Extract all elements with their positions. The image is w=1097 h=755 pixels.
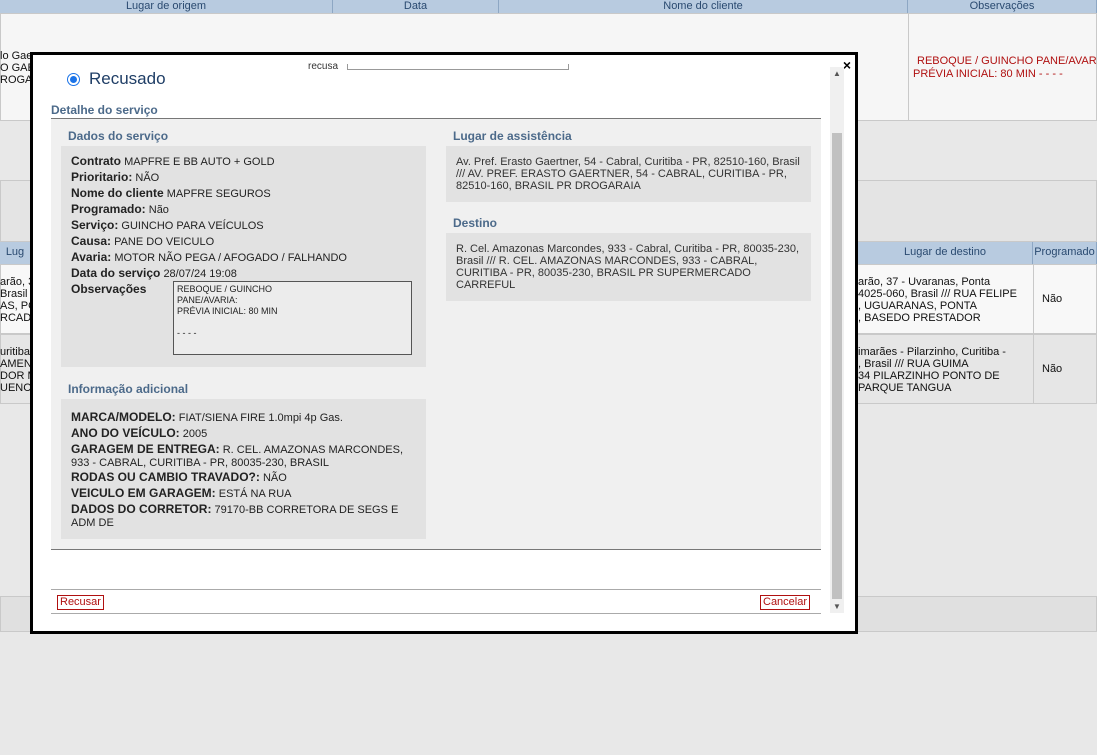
destino-line: , Brasil /// RUA GUIMA <box>858 358 969 370</box>
programado-value: Não <box>1042 293 1063 305</box>
obs-label: Observações <box>71 282 147 296</box>
cliente-row: Nome do cliente MAPFRE SEGUROS <box>71 186 271 200</box>
destino-line: arão, 37 - Uvaranas, Ponta <box>858 276 991 288</box>
destino-panel: R. Cel. Amazonas Marcondes, 933 - Cabral… <box>446 233 811 301</box>
recusa-select[interactable] <box>347 64 569 70</box>
lugar-frag: UENC <box>0 382 32 394</box>
detail-panel: Dados do serviço Contrato MAPFRE E BB AU… <box>51 118 821 550</box>
assistencia-line: /// AV. PREF. ERASTO GAERTNER, 54 - CABR… <box>456 168 787 180</box>
corretor-row: DADOS DO CORRETOR: 79170-BB CORRETORA DE… <box>71 502 399 516</box>
assistencia-title: Lugar de assistência <box>453 129 572 143</box>
recusar-button[interactable]: Recusar <box>57 595 104 610</box>
table-cell-obs <box>908 13 1097 121</box>
col-header-lugar[interactable]: Lug <box>0 242 31 264</box>
servico-row: Serviço: GUINCHO PARA VEÍCULOS <box>71 218 264 232</box>
col-header-observacoes[interactable]: Observações <box>908 0 1097 13</box>
destino-title: Destino <box>453 216 498 230</box>
ano-row: ANO DO VEÍCULO: 2005 <box>71 426 208 440</box>
corretor-row-2: ADM DE <box>71 517 114 529</box>
scroll-thumb[interactable] <box>832 133 842 599</box>
destino-line: Brasil /// R. CEL. AMAZONAS MARCONDES, 9… <box>456 255 758 267</box>
divider <box>51 613 821 614</box>
destino-line: 4025-060, Brasil /// RUA FELIPE <box>858 288 1017 300</box>
avaria-row: Avaria: MOTOR NÃO PEGA / AFOGADO / FALHA… <box>71 250 347 264</box>
info-panel: MARCA/MODELO: FIAT/SIENA FIRE 1.0mpi 4p … <box>61 399 426 539</box>
observacoes-textarea[interactable]: REBOQUE / GUINCHO PANE/AVARIA: PRÉVIA IN… <box>173 281 412 355</box>
col-header-data[interactable]: Data <box>333 0 499 13</box>
programado-row: Programado: Não <box>71 202 169 216</box>
col-header-programado[interactable]: Programado <box>1033 242 1097 264</box>
marca-row: MARCA/MODELO: FIAT/SIENA FIRE 1.0mpi 4p … <box>71 410 343 424</box>
destino-line: 34 PILARZINHO PONTO DE <box>858 370 1000 382</box>
scroll-up-icon[interactable]: ▲ <box>833 69 841 78</box>
garagem-row-2: 933 - CABRAL, CURITIBA - PR, 80035-230, … <box>71 457 330 469</box>
origem-frag: ROGA <box>0 74 33 86</box>
status-radio[interactable]: Recusado <box>67 69 166 89</box>
contrato-row: Contrato MAPFRE E BB AUTO + GOLD <box>71 154 275 168</box>
recusar-dialog: × ▲ ▼ recusa Recusado Detalhe do serviço… <box>30 52 858 634</box>
section-title: Detalhe do serviço <box>51 103 158 117</box>
close-icon[interactable]: × <box>843 57 851 73</box>
info-title: Informação adicional <box>68 382 189 396</box>
garagem-row: GARAGEM DE ENTREGA: R. CEL. AMAZONAS MAR… <box>71 442 404 456</box>
destino-line: , BASEDO PRESTADOR <box>858 312 981 324</box>
dados-title: Dados do serviço <box>68 129 169 143</box>
destino-line: CURITIBA - PR, 80035-230, BRASIL PR SUPE… <box>456 267 751 279</box>
programado-value: Não <box>1042 363 1063 375</box>
rodas-row: RODAS OU CAMBIO TRAVADO?: NÃO <box>71 470 287 484</box>
scrollbar[interactable]: ▲ ▼ <box>830 67 844 613</box>
dados-panel: Contrato MAPFRE E BB AUTO + GOLD Priorit… <box>61 146 426 367</box>
cancelar-button[interactable]: Cancelar <box>760 595 811 610</box>
assistencia-line: Av. Pref. Erasto Gaertner, 54 - Cabral, … <box>456 156 800 168</box>
scroll-down-icon[interactable]: ▼ <box>833 602 841 611</box>
radio-selected-icon[interactable] <box>67 72 80 86</box>
lugar-frag: uritiba <box>0 346 30 358</box>
divider <box>51 589 821 590</box>
col-header-origem[interactable]: Lugar de origem <box>0 0 333 13</box>
destino-line: R. Cel. Amazonas Marcondes, 933 - Cabral… <box>456 243 799 255</box>
col-header-destino[interactable]: Lugar de destino <box>858 242 1033 264</box>
destino-line: PARQUE TANGUA <box>858 382 952 394</box>
veiculo-row: VEICULO EM GARAGEM: ESTÁ NA RUA <box>71 486 292 500</box>
col-header-cliente[interactable]: Nome do cliente <box>499 0 908 13</box>
obs-line-1: REBOQUE / GUINCHO PANE/AVAR <box>917 55 1097 67</box>
table-cell <box>1033 264 1097 404</box>
destino-line: CARREFUL <box>456 279 516 291</box>
causa-row: Causa: PANE DO VEICULO <box>71 234 215 248</box>
obs-line-2: PRÉVIA INICIAL: 80 MIN - - - - <box>913 68 1063 80</box>
data-row: Data do serviço 28/07/24 19:08 <box>71 266 237 280</box>
lugar-frag: Brasil <box>0 288 28 300</box>
prioritario-row: Prioritario: NÃO <box>71 170 160 184</box>
assistencia-line: 82510-160, BRASIL PR DROGARAIA <box>456 180 641 192</box>
recusa-label: recusa <box>308 61 339 72</box>
assistencia-panel: Av. Pref. Erasto Gaertner, 54 - Cabral, … <box>446 146 811 202</box>
status-label: Recusado <box>89 69 166 88</box>
origem-frag: lo Gae <box>0 50 33 62</box>
destino-line: imarães - Pilarzinho, Curitiba - <box>858 346 1006 358</box>
destino-line: , UGUARANAS, PONTA <box>858 300 977 312</box>
